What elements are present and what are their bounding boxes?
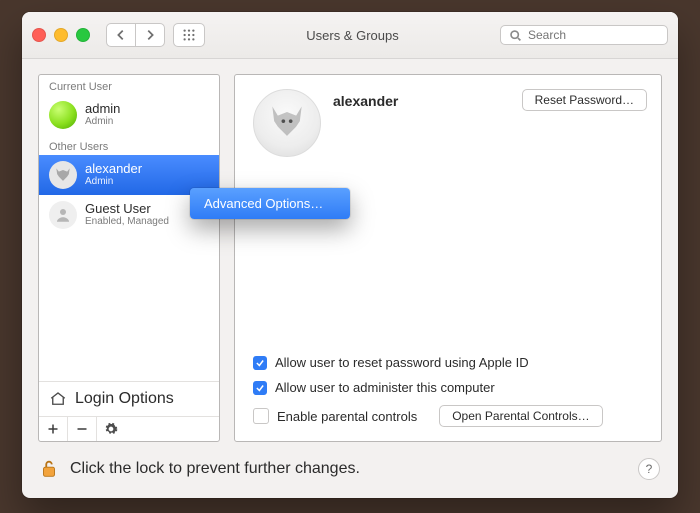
help-button[interactable]: ? — [638, 458, 660, 480]
sidebar-spacer — [39, 235, 219, 381]
prefs-window: Users & Groups Current User admin Admin — [22, 12, 678, 498]
minus-icon — [76, 423, 88, 435]
user-role: Admin — [85, 176, 142, 188]
plus-icon — [47, 423, 59, 435]
lock-text: Click the lock to prevent further change… — [70, 460, 360, 478]
window-title: Users & Groups — [213, 28, 492, 43]
opt-label: Allow user to reset password using Apple… — [275, 355, 529, 370]
section-other-users: Other Users — [39, 135, 219, 155]
checkbox[interactable] — [253, 381, 267, 395]
detail-header: alexander Reset Password… — [253, 89, 647, 157]
house-icon — [49, 390, 67, 408]
checkbox[interactable] — [253, 408, 269, 424]
detail-avatar[interactable] — [253, 89, 321, 157]
fox-icon — [53, 165, 73, 185]
zoom-button[interactable] — [76, 28, 90, 42]
context-menu-item-advanced-options[interactable]: Advanced Options… — [190, 192, 350, 215]
opt-label: Enable parental controls — [277, 409, 417, 424]
user-role: Admin — [85, 116, 120, 128]
back-button[interactable] — [107, 24, 135, 46]
check-icon — [255, 383, 265, 393]
open-parental-controls-button[interactable]: Open Parental Controls… — [439, 405, 602, 427]
titlebar: Users & Groups — [22, 12, 678, 59]
opt-allow-reset-appleid[interactable]: Allow user to reset password using Apple… — [253, 355, 647, 370]
question-icon: ? — [646, 462, 653, 476]
opt-parental-controls: Enable parental controls Open Parental C… — [253, 405, 647, 427]
opt-label: Allow user to administer this computer — [275, 380, 495, 395]
login-options-label: Login Options — [75, 390, 174, 408]
detail-user-name: alexander — [333, 93, 398, 109]
nav-segmented — [106, 23, 165, 47]
search-input[interactable] — [528, 28, 638, 42]
avatar-icon — [49, 101, 77, 129]
lock-button[interactable] — [38, 458, 60, 480]
checkbox[interactable] — [253, 356, 267, 370]
login-options[interactable]: Login Options — [39, 382, 219, 416]
unlocked-lock-icon — [38, 458, 60, 480]
person-icon — [54, 206, 72, 224]
remove-user-button[interactable] — [67, 417, 96, 441]
content-grid: Current User admin Admin Other Users — [38, 74, 662, 482]
content: Current User admin Admin Other Users — [22, 58, 678, 498]
user-name: alexander — [85, 162, 142, 176]
footer: Click the lock to prevent further change… — [38, 456, 662, 482]
chevron-left-icon — [114, 28, 128, 42]
search-icon — [509, 29, 522, 42]
forward-button[interactable] — [135, 24, 164, 46]
user-name: Guest User — [85, 202, 169, 216]
sidebar-user-admin[interactable]: admin Admin — [39, 95, 219, 135]
avatar-icon — [49, 161, 77, 189]
fox-illustration-icon — [265, 101, 309, 145]
close-button[interactable] — [32, 28, 46, 42]
user-role: Enabled, Managed — [85, 216, 169, 228]
sidebar-bottom-bar — [39, 416, 219, 441]
show-all-button[interactable] — [173, 23, 205, 47]
users-sidebar: Current User admin Admin Other Users — [38, 74, 220, 442]
chevron-right-icon — [143, 28, 157, 42]
user-detail: alexander Reset Password… Allow user to … — [234, 74, 662, 442]
context-menu: Advanced Options… — [190, 188, 350, 219]
minimize-button[interactable] — [54, 28, 68, 42]
gear-icon — [104, 422, 118, 436]
window-controls — [32, 28, 90, 42]
section-current-user: Current User — [39, 75, 219, 95]
check-icon — [255, 358, 265, 368]
desktop: Users & Groups Current User admin Admin — [0, 0, 700, 513]
search-field[interactable] — [500, 25, 668, 45]
avatar-icon — [49, 201, 77, 229]
reset-password-button[interactable]: Reset Password… — [522, 89, 647, 111]
add-user-button[interactable] — [39, 417, 67, 441]
user-name: admin — [85, 102, 120, 116]
grid-icon — [182, 28, 196, 42]
opt-allow-admin[interactable]: Allow user to administer this computer — [253, 380, 647, 395]
actions-menu-button[interactable] — [96, 417, 125, 441]
user-options: Allow user to reset password using Apple… — [253, 355, 647, 427]
